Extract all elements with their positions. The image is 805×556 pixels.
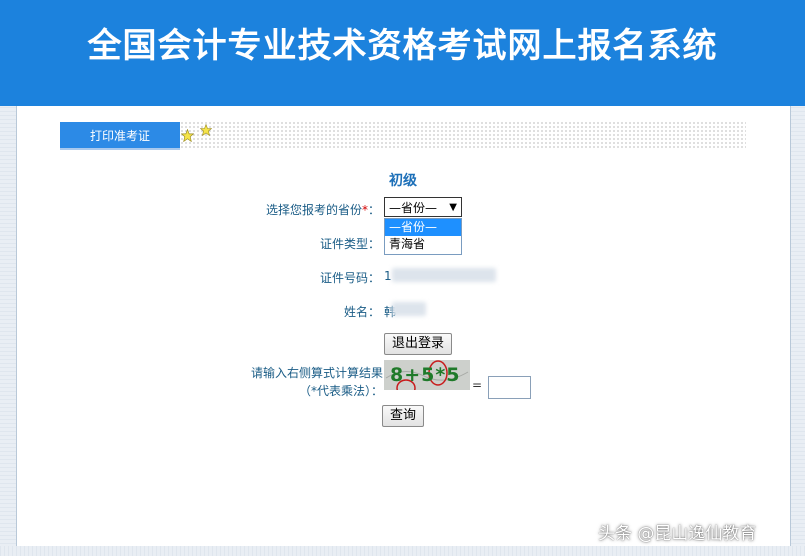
id-number-label: 证件号码：	[319, 271, 380, 285]
captcha-label-line1: 请输入右侧算式计算结果	[250, 366, 383, 380]
logout-button[interactable]: 退出登录	[384, 333, 452, 355]
province-label-text: 选择您报考的省份	[265, 203, 362, 217]
equals-sign: =	[472, 378, 483, 392]
captcha-label-line2: （*代表乘法）：	[240, 382, 383, 399]
tab-print-admission-ticket[interactable]: 打印准考证	[60, 122, 180, 150]
province-option-qinghai[interactable]: 青海省	[385, 236, 461, 253]
province-label: 选择您报考的省份*：	[230, 201, 380, 218]
captcha-image: 8+5*5	[384, 360, 470, 390]
left-side-pattern	[0, 106, 16, 556]
captcha-answer-input[interactable]	[488, 376, 531, 399]
star-icon	[181, 129, 194, 142]
captcha-text: 8+5*5	[390, 364, 461, 386]
dropdown-arrow-icon: ▼	[449, 202, 457, 213]
star-icon	[200, 124, 212, 136]
province-option-default[interactable]: —省份—	[385, 219, 461, 236]
header-banner: 全国会计专业技术资格考试网上报名系统	[0, 0, 805, 106]
colon: ：	[367, 203, 380, 217]
id-type-label: 证件类型：	[319, 237, 380, 251]
query-button[interactable]: 查询	[382, 405, 424, 427]
province-selected-value: —省份—	[389, 201, 438, 215]
captcha-label-line2-text: （*代表乘法）：	[298, 384, 383, 398]
name-redaction	[392, 302, 426, 316]
right-side-pattern	[789, 106, 805, 556]
province-select[interactable]: —省份— ▼	[384, 197, 462, 217]
name-label: 姓名：	[343, 305, 380, 319]
watermark: 头条 @昆山逸仙教育	[598, 524, 757, 544]
province-dropdown-list: —省份— 青海省	[384, 218, 462, 255]
id-number-value: 1	[384, 269, 392, 283]
level-title: 初级	[389, 173, 417, 189]
system-title: 全国会计专业技术资格考试网上报名系统	[87, 26, 718, 66]
id-number-redaction	[392, 268, 496, 282]
bottom-pattern	[0, 546, 805, 556]
